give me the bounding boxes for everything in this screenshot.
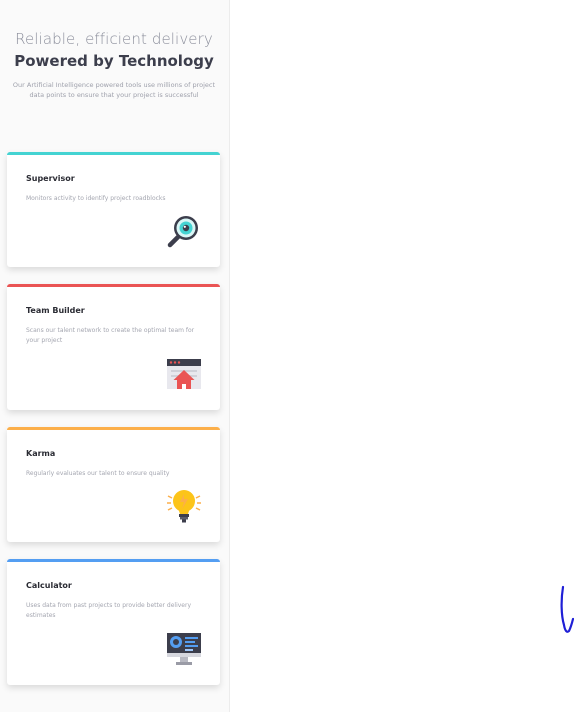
card-description: Uses data from past projects to provide … bbox=[26, 602, 191, 619]
feature-card-supervisor[interactable]: Supervisor Monitors activity to identify… bbox=[7, 152, 220, 267]
feature-card-karma[interactable]: Karma Regularly evaluates our talent to … bbox=[7, 427, 220, 542]
card-title: Karma bbox=[26, 449, 56, 458]
card-title: Calculator bbox=[26, 581, 72, 590]
monitor-chart-icon bbox=[167, 633, 201, 665]
magnifier-eye-icon bbox=[167, 216, 198, 248]
feature-card-team-builder[interactable]: Team Builder Scans our talent network to… bbox=[7, 284, 220, 410]
browser-upload-icon bbox=[167, 359, 201, 389]
feature-card-calculator[interactable]: Calculator Uses data from past projects … bbox=[7, 559, 220, 685]
card-title: Team Builder bbox=[26, 306, 85, 315]
card-description: Monitors activity to identify project ro… bbox=[26, 195, 166, 202]
card-description: Regularly evaluates our talent to ensure… bbox=[26, 470, 170, 477]
hero-description: Our Artificial Intelligence powered tool… bbox=[12, 81, 216, 99]
card-description: Scans our talent network to create the o… bbox=[26, 327, 195, 344]
feature-panel: Reliable, efficient delivery Powered by … bbox=[0, 0, 230, 712]
handwritten-scribble bbox=[560, 585, 574, 633]
lightbulb-icon bbox=[167, 490, 201, 523]
hero-headline: Powered by Technology bbox=[14, 52, 214, 70]
hero-section: Reliable, efficient delivery Powered by … bbox=[0, 30, 228, 100]
hero-tagline: Reliable, efficient delivery bbox=[15, 30, 213, 48]
card-title: Supervisor bbox=[26, 174, 75, 183]
